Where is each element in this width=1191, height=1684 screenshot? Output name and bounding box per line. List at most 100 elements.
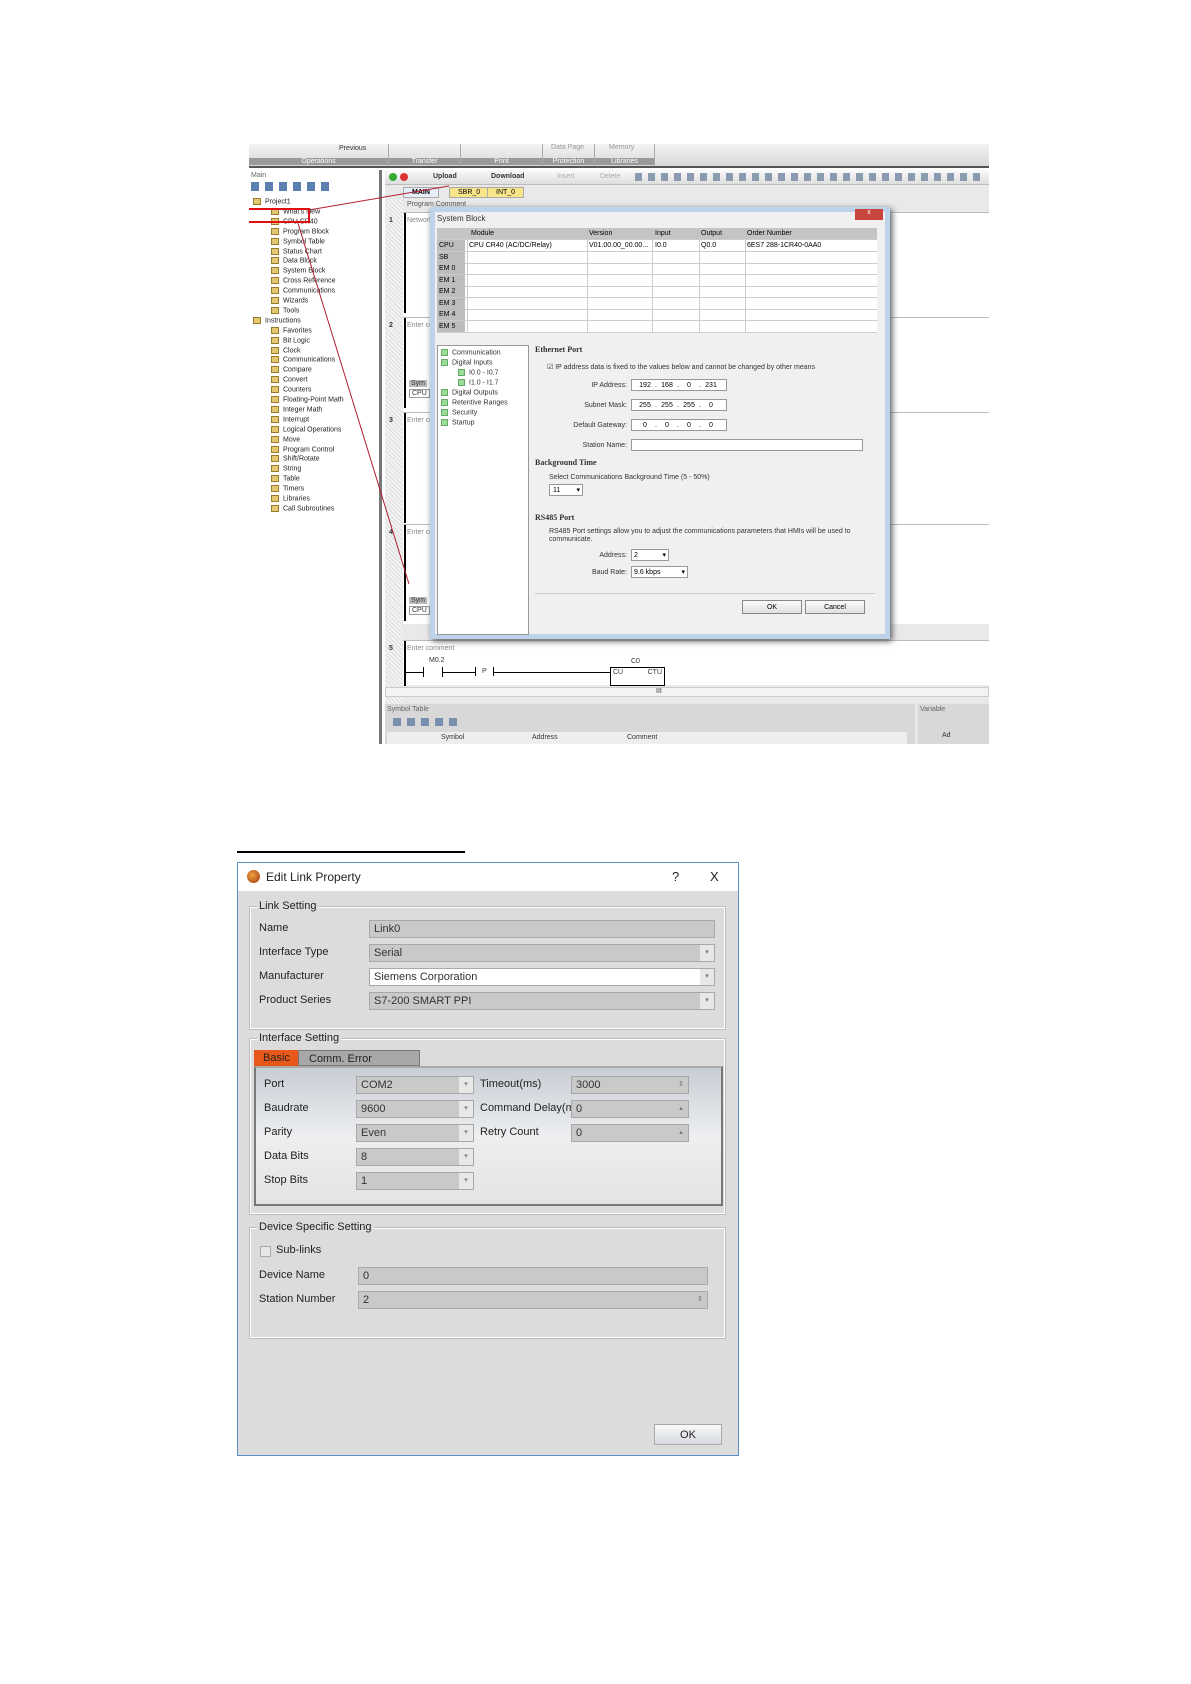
grid-line xyxy=(467,286,468,298)
nav-item[interactable]: I0.0 - I0.7 xyxy=(458,369,499,376)
row-header: EM 4 xyxy=(437,309,465,320)
chevron-down-icon: ▾ xyxy=(700,945,714,961)
command-delay-spinner[interactable]: 0 ▴ xyxy=(571,1100,689,1118)
baudrate-label: Baudrate xyxy=(264,1102,309,1114)
spinner-arrows-icon[interactable]: ⇕ xyxy=(674,1077,688,1093)
separator-line xyxy=(237,851,465,853)
step7-screenshot: Previous Operations Transfer Print Data … xyxy=(249,144,989,744)
station-number-spinner[interactable]: 2 ⇕ xyxy=(358,1291,708,1309)
grid-line xyxy=(699,263,700,275)
port-select[interactable]: COM2 ▾ xyxy=(356,1076,474,1094)
name-field[interactable]: Link0 xyxy=(369,920,715,938)
spinner-up-icon[interactable]: ▴ xyxy=(674,1101,688,1117)
ip-address-field[interactable]: 192. 168. 0. 231 xyxy=(631,379,727,391)
tab-basic[interactable]: Basic xyxy=(254,1050,298,1066)
nav-item-label: I1.0 - I1.7 xyxy=(469,379,499,387)
close-button[interactable]: x xyxy=(855,209,883,220)
grid-line xyxy=(745,309,746,321)
module-row[interactable]: EM 1 xyxy=(437,274,877,287)
grid-line xyxy=(745,286,746,298)
stop-bits-label: Stop Bits xyxy=(264,1174,309,1186)
row-header: SB xyxy=(437,251,465,263)
module-row[interactable]: EM 0 xyxy=(437,263,877,275)
chevron-down-icon: ▾ xyxy=(576,487,580,494)
parity-select[interactable]: Even ▾ xyxy=(356,1124,474,1142)
baudrate-value: 9600 xyxy=(361,1103,386,1115)
manufacturer-label: Manufacturer xyxy=(259,970,324,982)
chevron-down-icon: ▾ xyxy=(700,993,714,1009)
help-button[interactable]: ? xyxy=(672,869,679,884)
nav-item[interactable]: Communication xyxy=(441,349,501,356)
gateway-field[interactable]: 0. 0. 0. 0 xyxy=(631,419,727,431)
col-module: Module xyxy=(471,230,494,237)
stop-bits-value: 1 xyxy=(361,1175,368,1187)
bg-time-desc: Select Communications Background Time (5… xyxy=(549,474,710,481)
device-name-field[interactable]: 0 xyxy=(358,1267,708,1285)
nav-item[interactable]: I1.0 - I1.7 xyxy=(458,379,499,386)
module-row[interactable]: SB xyxy=(437,251,877,264)
status-icon xyxy=(441,359,448,366)
module-row[interactable]: EM 4 xyxy=(437,309,877,321)
interface-type-select[interactable]: Serial ▾ xyxy=(369,944,715,962)
manufacturer-select[interactable]: Siemens Corporation ▾ xyxy=(369,968,715,986)
address-select[interactable]: 2 ▾ xyxy=(631,549,669,561)
nav-item[interactable]: Digital Outputs xyxy=(441,389,498,396)
module-row[interactable]: CPU CPU CR40 (AC/DC/Relay) V01.00.00_00.00… xyxy=(437,240,877,252)
parity-label: Parity xyxy=(264,1126,293,1138)
octet: 0 xyxy=(687,382,691,389)
octet-separator: . xyxy=(677,422,679,429)
chevron-down-icon: ▾ xyxy=(459,1101,473,1117)
baud-rate-select[interactable]: 9.6 kbps ▾ xyxy=(631,566,688,578)
data-bits-select[interactable]: 8 ▾ xyxy=(356,1148,474,1166)
ip-fixed-checkbox[interactable]: ☑ IP address data is fixed to the values… xyxy=(547,363,815,371)
ok-button[interactable]: OK xyxy=(742,600,802,614)
baud-value: 9.6 kbps xyxy=(634,569,661,576)
cell-module: CPU CR40 (AC/DC/Relay) xyxy=(469,242,552,249)
spinner-arrows-icon[interactable]: ⇕ xyxy=(693,1292,707,1308)
module-row[interactable]: EM 3 xyxy=(437,297,877,310)
checked-icon xyxy=(441,349,448,356)
edit-link-property-dialog: Edit Link Property ? X Link Setting Name… xyxy=(237,862,739,1456)
grid-line xyxy=(467,240,468,252)
octet: 0 xyxy=(643,422,647,429)
bg-time-select[interactable]: 11 ▾ xyxy=(549,484,583,496)
nav-item-label: Retentive Ranges xyxy=(452,399,508,407)
grid-line xyxy=(652,274,653,287)
module-row[interactable]: EM 5 xyxy=(437,320,877,333)
sub-links-checkbox[interactable] xyxy=(260,1246,271,1257)
nav-item[interactable]: Retentive Ranges xyxy=(441,399,508,406)
grid-line xyxy=(587,263,588,275)
bg-time-value: 11 xyxy=(553,487,561,494)
ok-button[interactable]: OK xyxy=(654,1424,722,1445)
nav-item[interactable]: Digital Inputs xyxy=(441,359,492,366)
grid-line xyxy=(587,240,588,252)
title-bar: Edit Link Property ? X xyxy=(238,863,738,891)
tab-comm-error-handling[interactable]: Comm. Error Handling xyxy=(298,1050,420,1077)
close-button[interactable]: X xyxy=(710,869,719,884)
grid-line xyxy=(699,251,700,264)
status-icon xyxy=(441,419,448,426)
stop-bits-select[interactable]: 1 ▾ xyxy=(356,1172,474,1190)
subnet-mask-field[interactable]: 255. 255. 255. 0 xyxy=(631,399,727,411)
retry-count-spinner[interactable]: 0 ▴ xyxy=(571,1124,689,1142)
station-name-field[interactable] xyxy=(631,439,863,451)
interface-type-value: Serial xyxy=(374,947,403,959)
spinner-up-icon[interactable]: ▴ xyxy=(674,1125,688,1141)
status-icon xyxy=(458,369,465,376)
module-row[interactable]: EM 2 xyxy=(437,286,877,298)
octet-separator: . xyxy=(655,402,657,409)
grid-line xyxy=(467,274,468,287)
grid-line xyxy=(467,297,468,310)
nav-item[interactable]: Security xyxy=(441,409,477,416)
grid-line xyxy=(467,320,468,333)
address-value: 2 xyxy=(634,552,638,559)
product-series-select[interactable]: S7-200 SMART PPI ▾ xyxy=(369,992,715,1010)
timeout-spinner[interactable]: 3000 ⇕ xyxy=(571,1076,689,1094)
nav-item[interactable]: Startup xyxy=(441,419,475,426)
cancel-button[interactable]: Cancel xyxy=(805,600,865,614)
nav-item-label: I0.0 - I0.7 xyxy=(469,369,499,377)
grid-line xyxy=(587,309,588,321)
row-header: EM 3 xyxy=(437,297,465,309)
baudrate-select[interactable]: 9600 ▾ xyxy=(356,1100,474,1118)
grid-line xyxy=(587,251,588,264)
